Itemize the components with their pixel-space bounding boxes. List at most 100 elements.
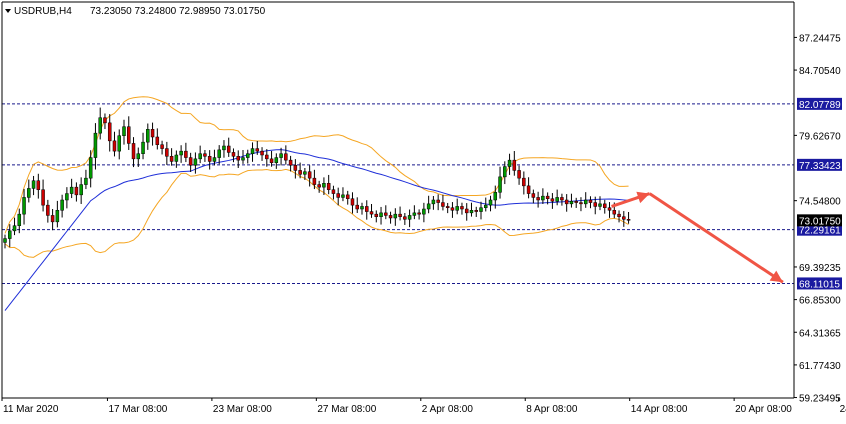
price-chart[interactable]: 87.24475 84.70540 79.62670 74.54800 69.39235… <box>0 0 846 419</box>
candle-body <box>355 204 359 210</box>
candle-body <box>184 150 188 158</box>
candle-body <box>27 188 31 198</box>
candle-body <box>217 149 221 158</box>
candle-body <box>103 117 107 124</box>
candle-body <box>284 153 288 161</box>
candle-body <box>312 177 317 185</box>
candle-body <box>46 204 50 216</box>
candle-body <box>141 141 145 154</box>
candle-body <box>69 186 74 194</box>
candle-body <box>365 206 369 212</box>
candle-body <box>65 193 69 201</box>
candle-body <box>60 199 64 211</box>
candle-body <box>88 157 93 179</box>
candle-body <box>307 171 312 179</box>
level-price-label: 77.33423 <box>799 161 841 172</box>
candle-body <box>407 215 412 220</box>
candle-body <box>84 177 88 185</box>
candle-body <box>188 157 193 166</box>
candle-body <box>598 203 602 207</box>
candle-body <box>179 150 183 156</box>
candle-body <box>393 213 398 219</box>
candle-body <box>336 193 340 198</box>
candle-body <box>236 156 240 161</box>
candle-body <box>583 199 588 205</box>
candle-body <box>155 136 160 145</box>
candle-body <box>488 199 493 206</box>
candle-body <box>398 213 402 217</box>
chart-window: 87.24475 84.70540 79.62670 74.54800 69.39235… <box>0 0 846 419</box>
candle-body <box>517 170 521 179</box>
candle-body <box>531 193 536 198</box>
price-tick-label: 74.54800 <box>799 197 841 208</box>
candle-body <box>603 203 607 208</box>
price-tick-label: 59.23495 <box>799 394 841 405</box>
candle-body <box>165 148 169 157</box>
candle-body <box>241 157 245 161</box>
candle-body <box>588 199 593 203</box>
candle-body <box>17 213 22 226</box>
candle-body <box>574 201 578 203</box>
candle-body <box>203 153 207 157</box>
time-tick-label: 20 Apr 08:00 <box>735 404 792 415</box>
candle-body <box>564 199 569 205</box>
candle-body <box>231 152 236 157</box>
candle-body <box>55 210 60 223</box>
candle-body <box>98 117 102 134</box>
candle-body <box>507 159 512 167</box>
candle-body <box>117 135 121 152</box>
candle-body <box>479 207 483 212</box>
candle-body <box>469 210 474 214</box>
candle-body <box>560 197 564 201</box>
candle-body <box>160 144 164 149</box>
candle-body <box>326 183 331 190</box>
candle-body <box>612 210 617 215</box>
candle-body <box>122 126 126 136</box>
candle-body <box>417 212 421 215</box>
candle-body <box>207 156 212 162</box>
price-tick-label: 64.31365 <box>799 328 841 339</box>
candle-body <box>36 180 41 190</box>
time-tick-label: 24 Apr 08:00 <box>840 404 846 415</box>
candle-body <box>360 206 364 210</box>
candle-body <box>169 156 174 162</box>
candle-body <box>193 158 198 166</box>
candle-body <box>317 184 321 188</box>
candle-body <box>222 145 226 151</box>
candle-body <box>403 216 407 220</box>
candle-body <box>279 153 283 158</box>
time-tick-label: 11 Mar 2020 <box>3 404 59 415</box>
candle-body <box>269 158 274 163</box>
candle-body <box>341 194 345 198</box>
candle-body <box>150 129 155 138</box>
candle-body <box>498 176 502 193</box>
candle-body <box>107 122 112 142</box>
candle-body <box>545 195 550 199</box>
candle-body <box>426 203 431 210</box>
level-price-label: 68.11015 <box>799 279 840 290</box>
candle-body <box>41 189 45 206</box>
candle-body <box>460 206 464 210</box>
candle-body <box>464 208 469 214</box>
candle-body <box>79 184 83 196</box>
candle-body <box>512 159 517 171</box>
candle-body <box>255 148 260 152</box>
price-tick-label: 66.85300 <box>799 296 841 307</box>
candle-body <box>274 157 279 163</box>
candle-body <box>555 197 559 202</box>
candle-body <box>31 180 36 189</box>
time-tick-label: 23 Mar 08:00 <box>213 404 272 415</box>
price-tick-label: 84.70540 <box>799 66 841 77</box>
candle-body <box>303 171 307 175</box>
candle-body <box>379 212 383 217</box>
candle-body <box>441 202 445 207</box>
candle-body <box>226 145 231 153</box>
price-tick-label: 69.39235 <box>799 263 841 274</box>
candle-body <box>436 199 440 203</box>
candle-body <box>369 211 374 215</box>
candle-body <box>388 215 393 219</box>
candle-body <box>260 150 264 156</box>
candle-body <box>265 154 269 160</box>
candle-body <box>526 185 531 194</box>
candle-body <box>350 198 355 206</box>
